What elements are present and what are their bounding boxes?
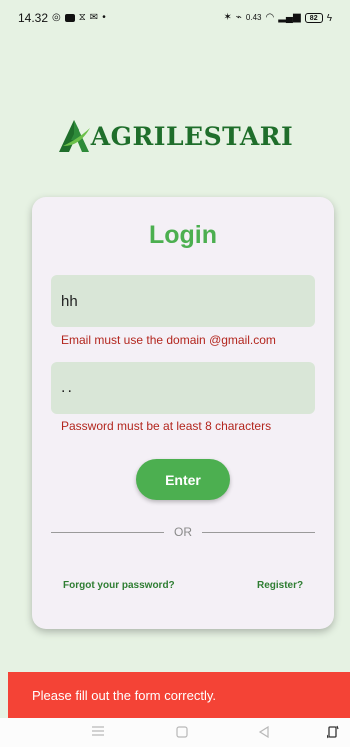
more-notifications-icon: •: [102, 12, 106, 23]
email-input[interactable]: [61, 292, 315, 310]
email-field[interactable]: [51, 275, 315, 327]
net-speed: 0.43: [245, 13, 262, 22]
menu-icon: [92, 726, 104, 736]
charging-icon: ϟ: [326, 12, 332, 24]
error-snackbar: Please fill out the form correctly.: [8, 672, 350, 718]
rotate-nav-button[interactable]: [327, 725, 339, 739]
password-input[interactable]: [61, 379, 315, 397]
status-left: 14.32 ◎ ⧖ ✉ •: [18, 11, 106, 25]
wifi-icon: ◠: [265, 12, 275, 23]
vibrate-icon: ✶: [223, 12, 232, 23]
register-link[interactable]: Register?: [257, 580, 303, 591]
logo-text: AGRILESTARI: [90, 121, 294, 151]
password-field[interactable]: [51, 362, 315, 414]
gmail-icon: ✉: [89, 12, 99, 23]
battery-level: 82: [309, 14, 318, 22]
whatsapp-icon: ◎: [52, 12, 61, 23]
divider-text: OR: [174, 525, 192, 539]
system-nav-bar: [0, 718, 350, 747]
signal-icon: ▂▄▆: [278, 12, 301, 23]
rotate-screen-icon: [327, 725, 339, 739]
divider-line-right: [202, 531, 315, 533]
x-app-icon: ⧖: [78, 12, 86, 23]
forgot-password-link[interactable]: Forgot your password?: [63, 580, 175, 591]
app-logo: AGRILESTARI: [0, 118, 350, 154]
enter-button[interactable]: Enter: [136, 459, 230, 500]
password-error: Password must be at least 8 characters: [61, 419, 272, 433]
back-nav-button[interactable]: [258, 726, 270, 738]
email-error: Email must use the domain @gmail.com: [61, 333, 276, 347]
menu-nav-button[interactable]: [92, 726, 104, 736]
youtube-icon: [64, 14, 75, 22]
status-right: ✶ ⌁ 0.43 ◠ ▂▄▆ 82 ϟ: [224, 13, 333, 24]
hotspot-icon: ⌁: [235, 12, 242, 23]
battery-icon: 82: [304, 13, 323, 23]
back-icon: [258, 726, 269, 738]
status-bar: 14.32 ◎ ⧖ ✉ • ✶ ⌁ 0.43 ◠ ▂▄▆ 82 ϟ: [0, 0, 350, 36]
or-divider: OR: [51, 525, 315, 539]
status-time: 14.32: [18, 11, 49, 25]
divider-line-left: [51, 531, 164, 533]
home-nav-button[interactable]: [176, 726, 188, 738]
login-title: Login: [148, 221, 218, 249]
login-card: Login Email must use the domain @gmail.c…: [32, 197, 334, 629]
leaf-a-icon: [58, 120, 90, 152]
snackbar-message: Please fill out the form correctly.: [32, 687, 216, 703]
home-icon: [176, 726, 188, 738]
